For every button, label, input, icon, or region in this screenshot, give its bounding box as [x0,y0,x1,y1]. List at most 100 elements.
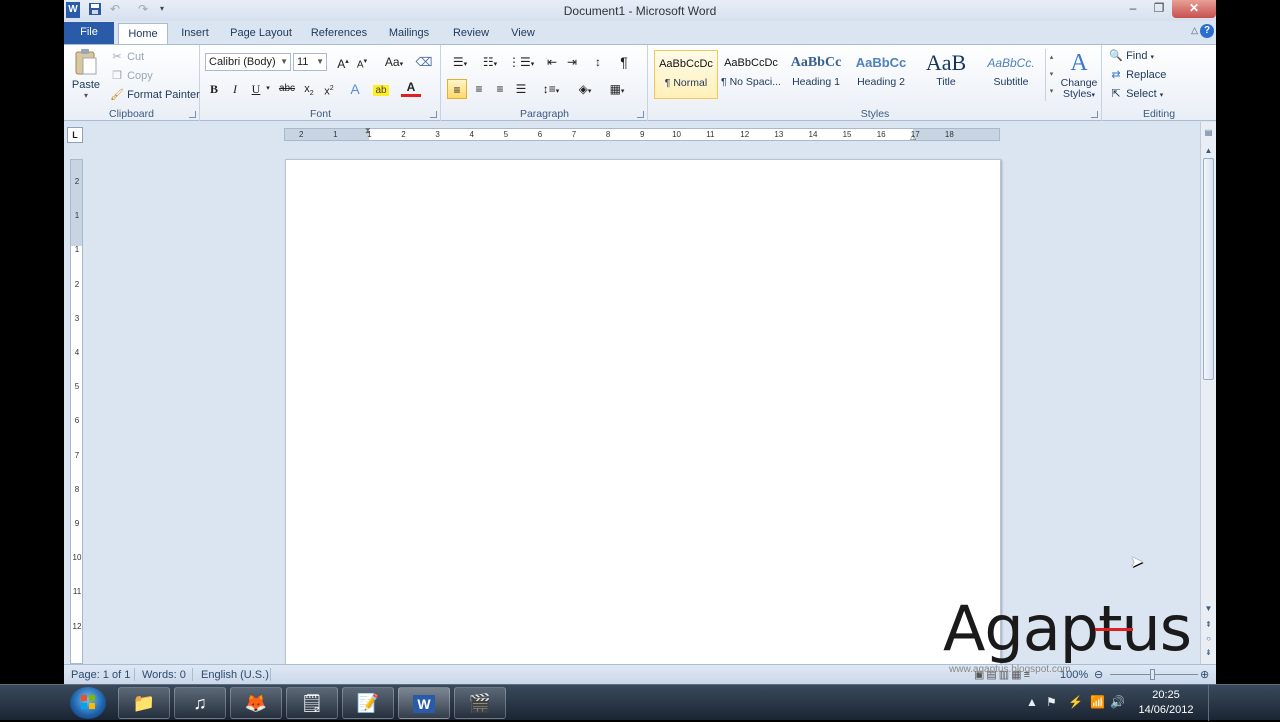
show-hidden-icon[interactable]: ▲ [1026,695,1038,709]
scroll-up-icon[interactable]: ▲ [1201,144,1216,158]
word-icon[interactable]: W [398,687,450,719]
minimize-ribbon-icon[interactable]: △ [1191,25,1198,36]
font-size-select[interactable]: 11 ▼ [293,53,327,71]
borders-icon[interactable]: ▦▾ [604,79,630,99]
shrink-font-icon[interactable]: A▾ [352,52,372,72]
font-dialog-launcher[interactable] [430,111,437,118]
find-button[interactable]: 🔍 Find ▾ [1109,47,1154,65]
vertical-ruler[interactable]: 2 1 1 2 3 4 5 6 7 8 9 10 11 12 [70,159,83,664]
increase-indent-icon[interactable]: ⇥ [562,52,582,72]
tab-selector[interactable]: L [67,127,83,143]
previous-page-icon[interactable]: ⇞ [1201,618,1216,632]
font-family-select[interactable]: Calibri (Body) ▼ [205,53,291,71]
ruler-toggle-icon[interactable]: ▤ [1201,126,1216,140]
network-icon[interactable]: 📶 [1090,695,1105,709]
indent-marker-icon[interactable]: ⧗ [365,126,371,136]
multilevel-list-icon[interactable]: ⋮☰▾ [508,52,534,72]
tab-page-layout[interactable]: Page Layout [224,23,298,44]
styles-scroll[interactable]: ▴ ▾ ▾ [1045,49,1057,101]
tab-view[interactable]: View [500,23,546,44]
itunes-icon[interactable]: ♫ [174,687,226,719]
tab-mailings[interactable]: Mailings [380,23,438,44]
line-spacing-icon[interactable]: ↕≡▾ [538,79,564,99]
maximize-button[interactable]: ❐ [1146,0,1172,18]
style-heading-2[interactable]: AaBbCc Heading 2 [849,50,913,99]
scroll-thumb[interactable] [1203,158,1214,380]
browse-object-icon[interactable]: ○ [1201,632,1216,646]
sort-icon[interactable]: ↕ [588,52,608,72]
change-styles-button[interactable]: A Change Styles▾ [1059,48,1099,104]
strikethrough-icon[interactable]: abc [277,79,297,99]
clear-formatting-icon[interactable]: ⌫ [414,52,434,72]
tab-references[interactable]: References [304,23,374,44]
tab-home[interactable]: Home [118,23,168,44]
chevron-down-icon[interactable]: ▾ [263,79,273,99]
style-subtitle[interactable]: AaBbCc. Subtitle [979,50,1043,99]
style-heading-1[interactable]: AaBbCc Heading 1 [784,50,848,99]
page-count[interactable]: Page: 1 of 1 [71,668,130,682]
styles-dialog-launcher[interactable] [1091,111,1098,118]
show-desktop-button[interactable] [1208,685,1216,721]
cut-button[interactable]: ✂ Cut [110,48,144,66]
superscript-icon[interactable]: x2 [319,79,339,99]
bold-icon[interactable]: B [204,79,224,99]
ruler-margin-left [285,129,369,140]
style-title[interactable]: AaB Title [914,50,978,99]
power-icon[interactable]: ⚡ [1068,695,1083,709]
grow-font-icon[interactable]: A▴ [333,52,353,72]
vertical-scrollbar[interactable]: ▤ ▲ ▼ ⇞ ○ ⇟ [1200,122,1216,664]
clock[interactable]: 20:25 14/06/2012 [1130,688,1202,718]
video-icon[interactable]: 🎬 [454,687,506,719]
pilcrow-icon[interactable]: ¶ [614,52,634,72]
select-button[interactable]: ⇱ Select ▾ [1109,85,1163,103]
close-button[interactable]: ✕ [1172,0,1216,18]
paste-icon [75,49,97,75]
zoom-in-icon[interactable]: ⊕ [1200,668,1209,682]
right-indent-marker-icon[interactable]: △ [910,132,916,141]
help-icon[interactable]: ? [1200,24,1214,38]
language[interactable]: English (U.S.) [201,668,269,682]
scroll-down-icon[interactable]: ▼ [1201,602,1216,616]
clipboard-dialog-launcher[interactable] [189,111,196,118]
volume-icon[interactable]: 🔊 [1110,695,1125,709]
horizontal-ruler[interactable]: 2 1 1 2 3 4 5 6 7 8 9 10 11 12 13 14 15 16 17 18 ⧗ △ [284,126,1000,141]
paste-button[interactable]: Paste ▾ [70,48,102,100]
tab-review[interactable]: Review [446,23,496,44]
clipboard-label: Clipboard [109,108,154,120]
minimize-button[interactable]: ‒ [1120,0,1146,18]
align-right-icon[interactable]: ≡ [490,79,510,99]
style-no-spacing[interactable]: AaBbCcDc ¶ No Spaci... [719,50,783,99]
sticky-notes-icon[interactable]: 🗒 [286,687,338,719]
subscript-icon[interactable]: x2 [299,79,319,99]
tab-file[interactable]: File [64,22,114,44]
copy-button[interactable]: ❐ Copy [110,67,153,85]
bullets-icon[interactable]: ☰▾ [448,52,472,72]
italic-icon[interactable]: I [225,79,245,99]
watermark-url: www.agaptus.blogspot.com [949,664,1071,675]
decrease-indent-icon[interactable]: ⇤ [542,52,562,72]
highlight-icon[interactable]: ab [371,79,391,99]
style-normal[interactable]: AaBbCcDc ¶ Normal [654,50,718,99]
paragraph-dialog-launcher[interactable] [637,111,644,118]
shading-icon[interactable]: ◈▾ [572,79,598,99]
start-button[interactable] [70,687,106,719]
align-left-icon[interactable]: ≡ [447,79,467,99]
format-painter-button[interactable]: 🖌 Format Painter [110,86,200,104]
font-color-icon[interactable]: A [401,79,421,97]
replace-button[interactable]: ⇄ Replace [1109,66,1166,84]
word-count[interactable]: Words: 0 [142,668,186,682]
numbering-icon[interactable]: ☷▾ [478,52,502,72]
editing-group: 🔍 Find ▾ ⇄ Replace ⇱ Select ▾ Editing [1103,45,1215,121]
tab-insert[interactable]: Insert [172,23,218,44]
justify-icon[interactable]: ☰ [511,79,531,99]
text-effects-icon[interactable]: A [345,79,365,99]
window-title: Document1 - Microsoft Word [563,4,717,18]
flag-icon[interactable]: ⚑ [1046,695,1057,709]
document-page[interactable] [285,159,1001,669]
align-center-icon[interactable]: ≡ [469,79,489,99]
explorer-icon[interactable]: 📁 [118,687,170,719]
firefox-icon[interactable]: 🦊 [230,687,282,719]
change-case-icon[interactable]: Aa▾ [381,52,407,72]
notes-icon[interactable]: 📝 [342,687,394,719]
next-page-icon[interactable]: ⇟ [1201,646,1216,660]
